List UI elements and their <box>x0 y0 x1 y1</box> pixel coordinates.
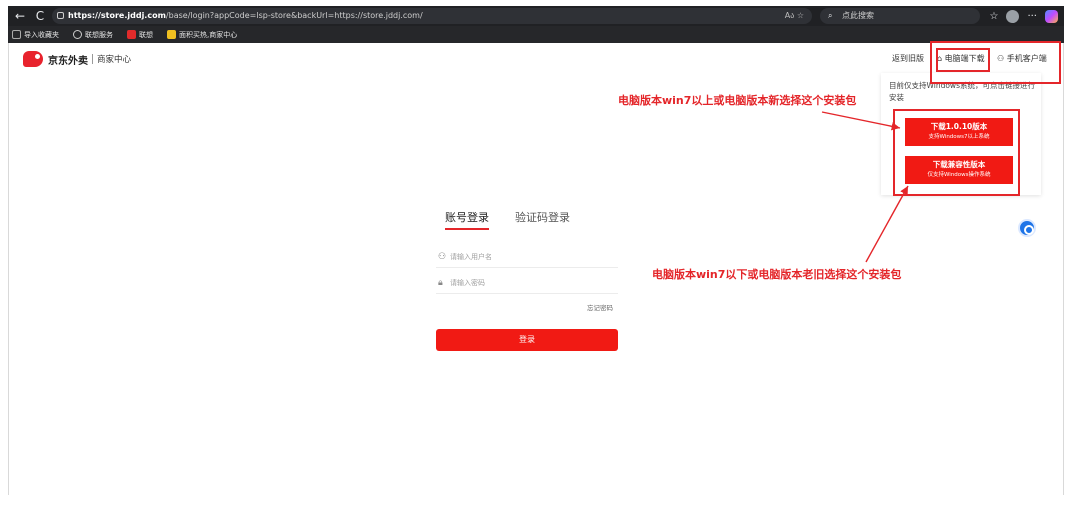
site-logo[interactable]: 京东外卖 商家中心 <box>23 51 131 67</box>
username-placeholder: 请输入用户名 <box>450 253 492 261</box>
jd-logo-icon <box>23 51 43 67</box>
logo-text: 京东外卖 <box>48 55 88 67</box>
lock-icon <box>57 12 64 19</box>
bookmark-item[interactable]: 联想服务 <box>73 30 113 40</box>
address-bar[interactable]: https://store.jddj.com/base/login?appCod… <box>52 8 812 24</box>
bookmark-label: 导入收藏夹 <box>24 30 59 39</box>
bookmark-label: 面积买热,商家中心 <box>179 30 238 39</box>
logo-subtitle: 商家中心 <box>97 55 132 65</box>
login-button[interactable]: 登录 <box>436 329 618 351</box>
import-icon <box>12 30 21 39</box>
forgot-password-link[interactable]: 忘记密码 <box>587 302 613 312</box>
password-field[interactable]: 🔒︎ 请输入密码 <box>436 272 618 294</box>
tab-account-login[interactable]: 账号登录 <box>445 209 489 230</box>
url-path: /base/login?appCode=lsp-store&backUrl=ht… <box>165 11 423 20</box>
profile-avatar-icon[interactable] <box>1006 9 1020 23</box>
annotation-old-version: 电脑版本win7以下或电脑版本老旧选择这个安装包 <box>652 268 902 281</box>
annotation-box-download-buttons <box>893 109 1020 196</box>
copilot-icon[interactable] <box>1045 9 1058 23</box>
annotation-new-version: 电脑版本win7以上或电脑版本新选择这个安装包 <box>618 94 857 107</box>
username-field[interactable]: ⚇ 请输入用户名 <box>436 246 618 268</box>
favorites-icon[interactable]: ☆ <box>989 11 998 22</box>
bookmark-item[interactable]: 联想 <box>127 30 153 40</box>
floating-help-icon[interactable] <box>1018 219 1036 237</box>
browser-search-box[interactable]: ⌕ 点此搜索 <box>820 8 980 24</box>
url-host: https://store.jddj.com <box>68 11 166 20</box>
old-version-link[interactable]: 返到旧版 <box>892 53 924 64</box>
more-menu-icon[interactable]: ··· <box>1027 11 1037 22</box>
globe-icon <box>73 30 82 39</box>
lock-icon: 🔒︎ <box>438 278 443 288</box>
browser-right-tools: ☆ ··· <box>989 6 1058 26</box>
search-placeholder: 点此搜索 <box>842 11 874 20</box>
store-icon <box>167 30 176 39</box>
bookmark-label: 联想 <box>139 30 153 39</box>
bookmark-label: 联想服务 <box>85 30 113 39</box>
annotation-box-pc-download <box>936 48 990 72</box>
bookmarks-bar: 导入收藏夹 联想服务 联想 面积买热,商家中心 <box>8 26 1064 43</box>
favorite-star-icon[interactable]: A⁠ა ☆ <box>785 8 804 24</box>
tab-code-login[interactable]: 验证码登录 <box>515 209 570 225</box>
user-icon: ⚇ <box>438 252 447 262</box>
password-placeholder: 请输入密码 <box>450 279 485 287</box>
logo-divider <box>92 54 93 64</box>
back-arrow-icon[interactable]: ← <box>10 6 30 26</box>
search-icon: ⌕ <box>828 11 833 20</box>
browser-toolbar: ← C https://store.jddj.com/base/login?ap… <box>8 6 1064 26</box>
login-tabs: 账号登录 验证码登录 <box>445 209 570 230</box>
refresh-icon[interactable]: C <box>30 6 50 26</box>
bookmark-item[interactable]: 面积买热,商家中心 <box>167 30 237 40</box>
bookmark-item[interactable]: 导入收藏夹 <box>12 30 59 40</box>
lenovo-icon <box>127 30 136 39</box>
